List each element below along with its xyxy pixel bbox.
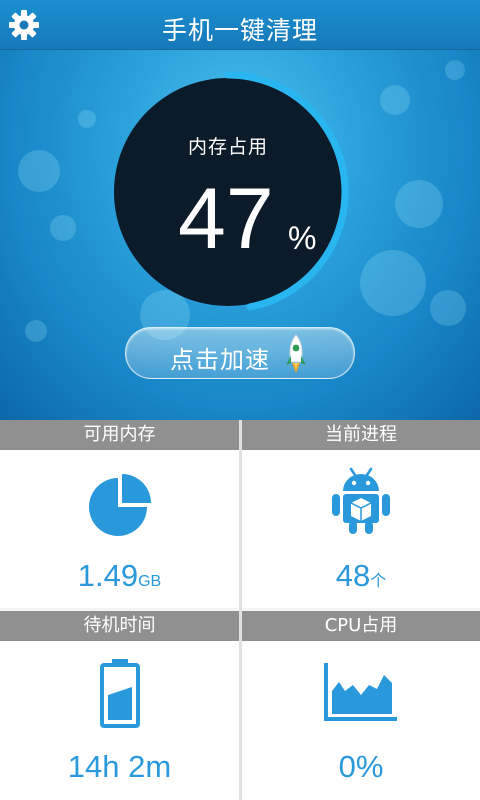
value-unit: 个 <box>370 573 387 590</box>
area-chart-icon <box>324 663 397 721</box>
boost-button-label: 点击加速 <box>170 346 270 374</box>
card-title: 可用内存 <box>0 420 239 450</box>
value-unit: GB <box>138 573 162 590</box>
stat-card-cpu[interactable]: CPU占用 0% <box>242 611 480 800</box>
card-value: 14h 2m <box>0 749 239 785</box>
battery-icon <box>99 659 140 728</box>
bokeh-decoration <box>50 215 76 241</box>
card-value: 48个 <box>242 558 480 594</box>
gauge-label: 内存占用 <box>187 136 268 158</box>
hero-panel: 手机一键清理 内存占用 47 % 点击加速 <box>0 0 480 420</box>
app-title: 手机一键清理 <box>161 16 318 45</box>
app-header: 手机一键清理 <box>0 0 480 50</box>
value-number: 1.49 <box>77 558 139 593</box>
card-value: 1.49GB <box>0 558 239 594</box>
bokeh-decoration <box>430 290 466 326</box>
value-number: 14h 2m <box>67 749 172 784</box>
bokeh-decoration <box>395 180 443 228</box>
stat-card-standby-time[interactable]: 待机时间 14h 2m <box>0 611 239 800</box>
bokeh-decoration <box>380 85 410 115</box>
bokeh-decoration <box>18 150 60 192</box>
android-box-icon <box>332 467 390 534</box>
boost-button[interactable]: 点击加速 <box>125 327 355 379</box>
card-title: CPU占用 <box>242 611 480 641</box>
memory-gauge[interactable]: 内存占用 47 % <box>108 72 372 312</box>
stat-card-processes[interactable]: 当前进程 48个 <box>242 420 480 608</box>
bokeh-decoration <box>445 60 465 80</box>
value-number: 48 <box>335 558 371 593</box>
gauge-unit: % <box>288 220 317 256</box>
gauge-value: 47 <box>178 171 274 267</box>
pie-chart-icon <box>88 474 151 536</box>
value-number: 0% <box>338 749 384 784</box>
grid-divider <box>239 420 242 800</box>
bokeh-decoration <box>25 320 47 342</box>
card-value: 0% <box>242 749 480 785</box>
stat-card-available-memory[interactable]: 可用内存 1.49GB <box>0 420 239 608</box>
bokeh-decoration <box>78 110 96 128</box>
card-title: 待机时间 <box>0 611 239 641</box>
card-title: 当前进程 <box>242 420 480 450</box>
rocket-icon <box>286 334 306 373</box>
